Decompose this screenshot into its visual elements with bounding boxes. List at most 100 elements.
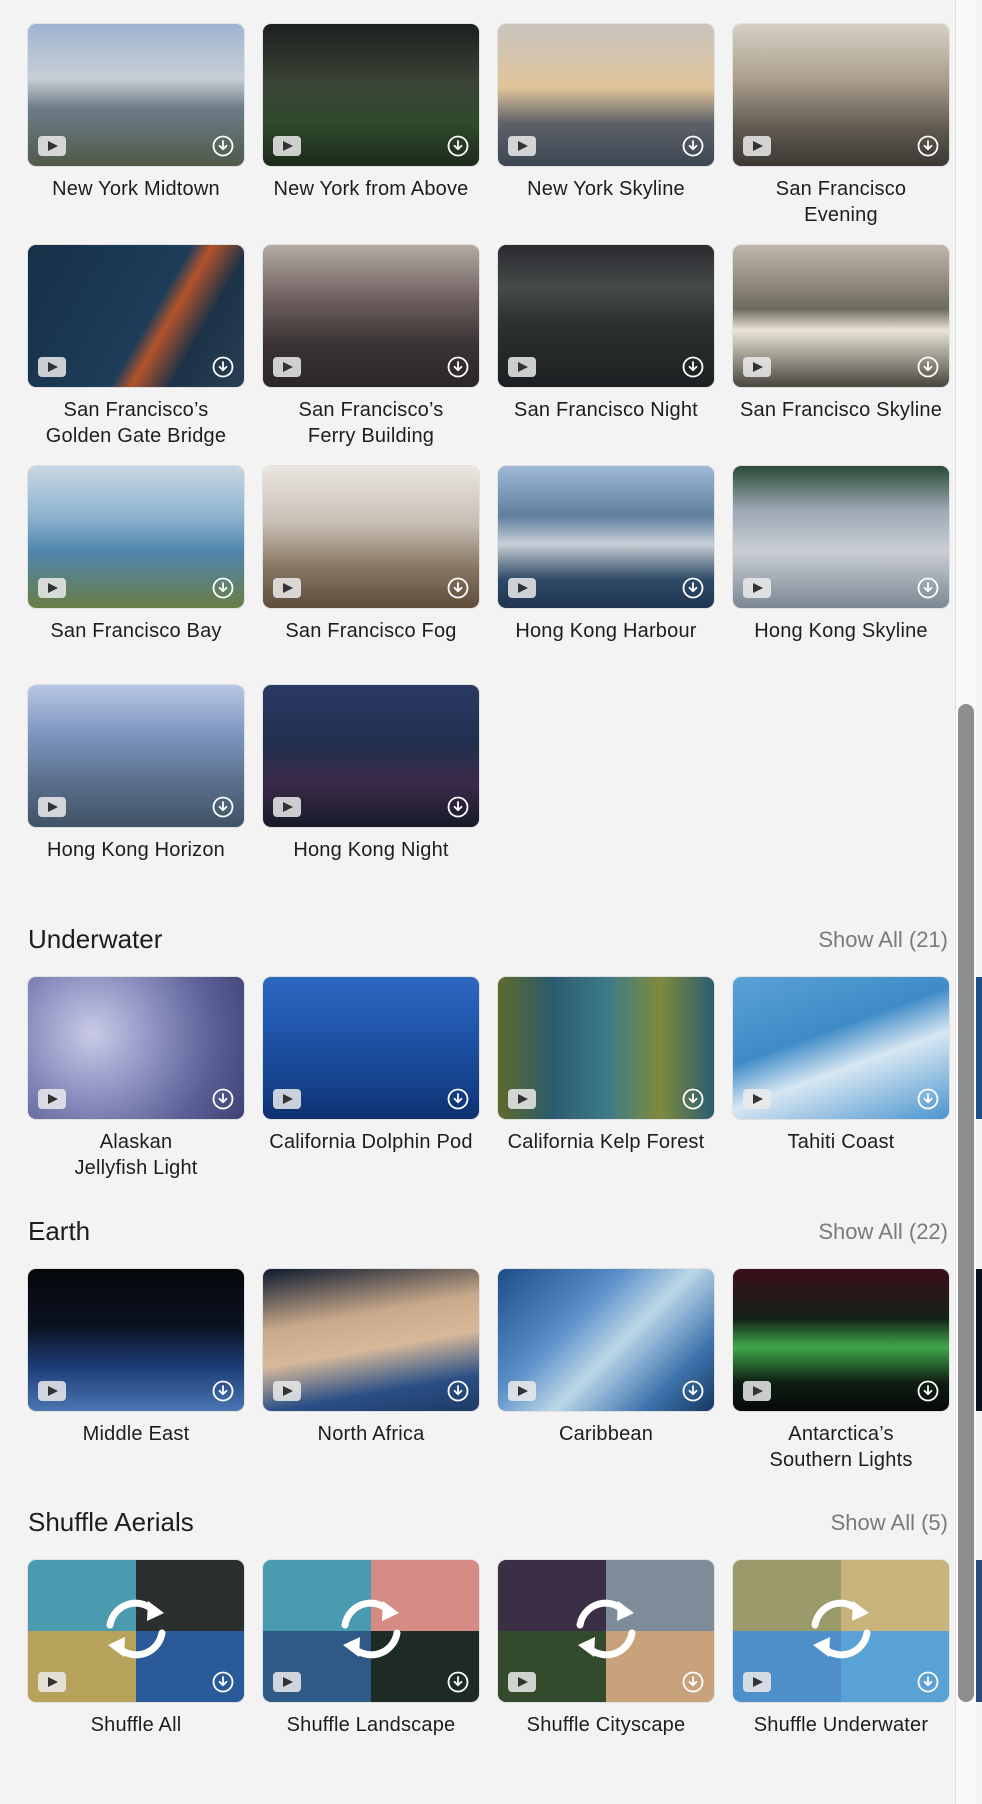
aerial-tile[interactable]: Tahiti Coast (733, 977, 949, 1155)
aerial-thumbnail[interactable] (498, 466, 714, 608)
download-icon[interactable] (447, 1380, 469, 1402)
aerial-thumbnail[interactable] (28, 1269, 244, 1411)
aerial-tile[interactable]: San Francisco Night (498, 245, 714, 423)
download-icon[interactable] (212, 1380, 234, 1402)
aerial-thumbnail[interactable] (733, 1560, 949, 1702)
download-icon[interactable] (212, 1088, 234, 1110)
play-icon[interactable] (38, 578, 66, 598)
aerial-tile[interactable]: Shuffle Cityscape (498, 1560, 714, 1738)
play-icon[interactable] (273, 578, 301, 598)
download-icon[interactable] (682, 356, 704, 378)
play-icon[interactable] (273, 136, 301, 156)
download-icon[interactable] (447, 356, 469, 378)
aerial-thumbnail[interactable] (28, 685, 244, 827)
download-icon[interactable] (212, 135, 234, 157)
aerial-tile[interactable]: California Kelp Forest (498, 977, 714, 1155)
aerial-thumbnail[interactable] (28, 24, 244, 166)
download-icon[interactable] (447, 1671, 469, 1693)
download-icon[interactable] (682, 1088, 704, 1110)
download-icon[interactable] (917, 135, 939, 157)
aerial-tile[interactable]: Shuffle All (28, 1560, 244, 1738)
show-all-link[interactable]: Show All (21) (818, 927, 948, 953)
play-icon[interactable] (38, 1089, 66, 1109)
aerial-thumbnail[interactable] (28, 466, 244, 608)
play-icon[interactable] (273, 357, 301, 377)
aerial-thumbnail[interactable] (28, 977, 244, 1119)
download-icon[interactable] (212, 577, 234, 599)
download-icon[interactable] (447, 1088, 469, 1110)
aerial-thumbnail[interactable] (733, 1269, 949, 1411)
aerial-thumbnail[interactable] (498, 1560, 714, 1702)
aerial-tile[interactable]: San Francisco Fog (263, 466, 479, 644)
aerial-thumbnail[interactable] (263, 245, 479, 387)
aerial-thumbnail[interactable] (733, 977, 949, 1119)
download-icon[interactable] (447, 577, 469, 599)
aerial-thumbnail[interactable] (498, 1269, 714, 1411)
download-icon[interactable] (447, 135, 469, 157)
play-icon[interactable] (508, 1381, 536, 1401)
download-icon[interactable] (917, 356, 939, 378)
aerial-tile[interactable]: Hong Kong Horizon (28, 685, 244, 863)
play-icon[interactable] (508, 357, 536, 377)
play-icon[interactable] (743, 578, 771, 598)
aerial-thumbnail[interactable] (263, 977, 479, 1119)
aerial-thumbnail[interactable] (733, 24, 949, 166)
aerial-thumbnail[interactable] (263, 1269, 479, 1411)
aerial-tile[interactable]: Shuffle Underwater (733, 1560, 949, 1738)
aerial-tile[interactable]: California Dolphin Pod (263, 977, 479, 1155)
aerial-tile[interactable]: Shuffle Landscape (263, 1560, 479, 1738)
download-icon[interactable] (682, 1671, 704, 1693)
download-icon[interactable] (682, 135, 704, 157)
download-icon[interactable] (682, 1380, 704, 1402)
download-icon[interactable] (917, 577, 939, 599)
aerial-thumbnail[interactable] (733, 245, 949, 387)
show-all-link[interactable]: Show All (22) (818, 1219, 948, 1245)
play-icon[interactable] (38, 1672, 66, 1692)
download-icon[interactable] (212, 1671, 234, 1693)
aerial-thumbnail[interactable] (733, 466, 949, 608)
play-icon[interactable] (273, 1089, 301, 1109)
aerial-thumbnail[interactable] (28, 245, 244, 387)
play-icon[interactable] (38, 357, 66, 377)
aerial-tile[interactable]: Caribbean (498, 1269, 714, 1447)
play-icon[interactable] (508, 578, 536, 598)
aerial-thumbnail[interactable] (263, 24, 479, 166)
play-icon[interactable] (38, 797, 66, 817)
play-icon[interactable] (743, 1381, 771, 1401)
aerial-tile[interactable]: New York Skyline (498, 24, 714, 202)
aerial-thumbnail[interactable] (263, 1560, 479, 1702)
aerial-thumbnail[interactable] (498, 977, 714, 1119)
download-icon[interactable] (917, 1088, 939, 1110)
download-icon[interactable] (917, 1380, 939, 1402)
play-icon[interactable] (273, 1672, 301, 1692)
aerial-tile[interactable]: San Francisco’s Golden Gate Bridge (28, 245, 244, 449)
aerial-thumbnail[interactable] (498, 245, 714, 387)
play-icon[interactable] (273, 1381, 301, 1401)
aerial-tile[interactable]: Hong Kong Harbour (498, 466, 714, 644)
aerial-tile[interactable]: Hong Kong Skyline (733, 466, 949, 644)
download-icon[interactable] (682, 577, 704, 599)
aerial-tile[interactable]: New York from Above (263, 24, 479, 202)
download-icon[interactable] (212, 796, 234, 818)
aerial-thumbnail[interactable] (498, 24, 714, 166)
aerial-tile[interactable]: San Francisco’s Ferry Building (263, 245, 479, 449)
play-icon[interactable] (38, 136, 66, 156)
play-icon[interactable] (743, 136, 771, 156)
play-icon[interactable] (508, 136, 536, 156)
play-icon[interactable] (508, 1672, 536, 1692)
aerial-tile[interactable]: San Francisco Evening (733, 24, 949, 228)
aerial-tile[interactable]: Hong Kong Night (263, 685, 479, 863)
aerial-tile[interactable]: San Francisco Bay (28, 466, 244, 644)
aerial-tile[interactable]: Alaskan Jellyfish Light (28, 977, 244, 1181)
download-icon[interactable] (917, 1671, 939, 1693)
aerial-thumbnail[interactable] (263, 466, 479, 608)
play-icon[interactable] (508, 1089, 536, 1109)
download-icon[interactable] (212, 356, 234, 378)
play-icon[interactable] (273, 797, 301, 817)
scrollbar-thumb[interactable] (958, 704, 974, 1702)
aerial-tile[interactable]: Middle East (28, 1269, 244, 1447)
aerial-thumbnail[interactable] (28, 1560, 244, 1702)
aerial-tile[interactable]: San Francisco Skyline (733, 245, 949, 423)
show-all-link[interactable]: Show All (5) (831, 1510, 948, 1536)
aerial-thumbnail[interactable] (263, 685, 479, 827)
